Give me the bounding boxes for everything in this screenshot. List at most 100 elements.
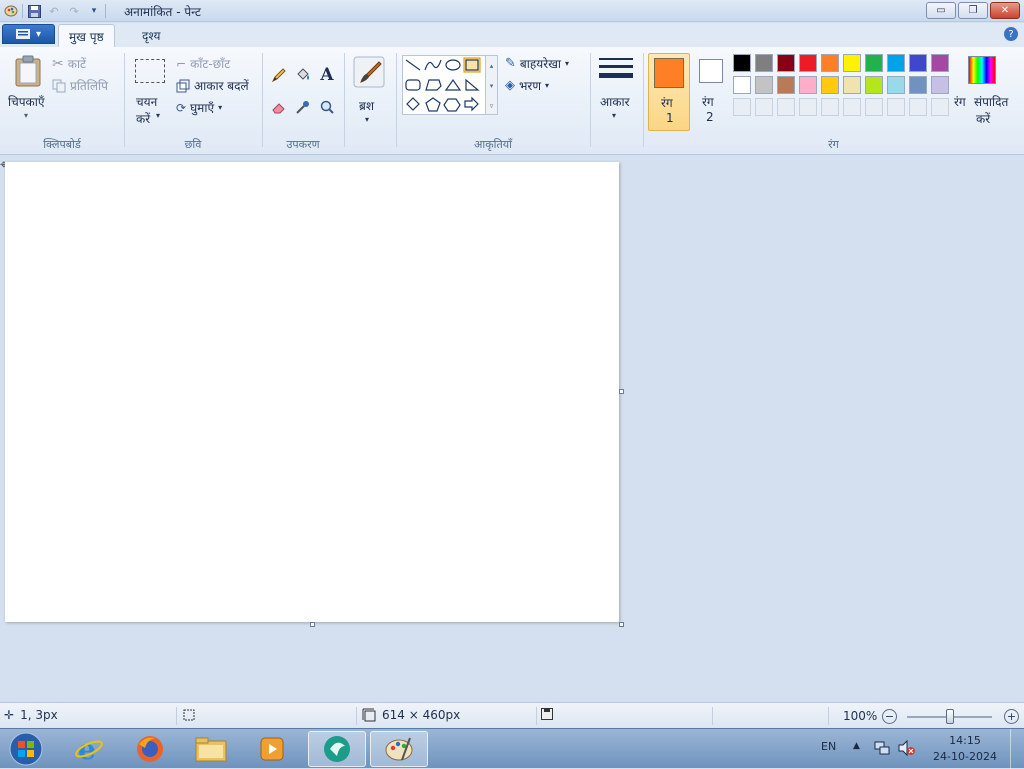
show-desktop-button[interactable] bbox=[1010, 729, 1024, 769]
taskbar-app-icon[interactable] bbox=[308, 731, 366, 767]
color2-number: 2 bbox=[706, 110, 714, 124]
palette-swatch[interactable] bbox=[733, 54, 751, 72]
help-icon[interactable]: ? bbox=[1004, 27, 1018, 41]
custom-color-slot[interactable] bbox=[755, 98, 773, 116]
quick-access-toolbar: ↶ ↷ ▾ bbox=[2, 2, 106, 20]
resize-handle-right[interactable] bbox=[619, 389, 624, 394]
shapes-gallery[interactable] bbox=[402, 55, 498, 115]
restore-button[interactable]: ❐ bbox=[958, 2, 988, 19]
text-tool-icon[interactable]: A bbox=[316, 64, 338, 86]
palette-swatch[interactable] bbox=[909, 76, 927, 94]
palette-swatch[interactable] bbox=[799, 54, 817, 72]
internet-explorer-icon[interactable]: e bbox=[60, 731, 118, 767]
resize-icon bbox=[176, 79, 190, 92]
palette-swatch[interactable] bbox=[887, 76, 905, 94]
custom-color-slot[interactable] bbox=[821, 98, 839, 116]
arrow-shape-icon bbox=[464, 96, 479, 112]
pencil-icon[interactable] bbox=[268, 64, 290, 86]
shapes-scroll[interactable]: ▴ ▾ ▿ bbox=[485, 55, 498, 115]
chevron-down-icon: ▾ bbox=[24, 111, 29, 120]
palette-swatch[interactable] bbox=[755, 76, 773, 94]
palette-swatch[interactable] bbox=[887, 54, 905, 72]
resize-handle-bottom[interactable] bbox=[310, 622, 315, 627]
minimize-button[interactable]: ▭ bbox=[926, 2, 956, 19]
zoom-in-icon[interactable]: + bbox=[1004, 709, 1019, 724]
custom-color-slot[interactable] bbox=[733, 98, 751, 116]
edit-colors-label-1: रंग bbox=[954, 95, 966, 109]
status-divider bbox=[356, 707, 357, 725]
custom-color-slot[interactable] bbox=[887, 98, 905, 116]
media-player-icon[interactable] bbox=[243, 731, 301, 767]
drawing-canvas[interactable] bbox=[5, 162, 619, 622]
firefox-icon[interactable] bbox=[121, 731, 179, 767]
menu-icon bbox=[15, 29, 30, 39]
custom-color-slot[interactable] bbox=[909, 98, 927, 116]
magnifier-icon[interactable] bbox=[316, 96, 338, 118]
color-picker-icon[interactable] bbox=[292, 96, 314, 118]
color-palette bbox=[733, 54, 953, 118]
custom-color-slot[interactable] bbox=[931, 98, 949, 116]
edit-colors-button[interactable]: रंग संपादित करें bbox=[954, 53, 1016, 131]
resize-button[interactable]: आकार बदलें bbox=[176, 77, 249, 94]
palette-swatch[interactable] bbox=[931, 76, 949, 94]
language-indicator[interactable]: EN bbox=[821, 740, 836, 753]
clock-date: 24-10-2024 bbox=[933, 750, 997, 763]
copy-button[interactable]: प्रतिलिपि bbox=[52, 77, 108, 94]
redo-icon[interactable]: ↷ bbox=[65, 3, 83, 19]
customize-qat-icon[interactable]: ▾ bbox=[85, 3, 103, 19]
file-explorer-icon[interactable] bbox=[182, 731, 240, 767]
system-clock[interactable]: 14:15 24-10-2024 bbox=[930, 733, 1000, 765]
paint-taskbar-icon[interactable] bbox=[370, 731, 428, 767]
start-button[interactable] bbox=[6, 731, 46, 767]
show-hidden-icons-icon[interactable]: ▲ bbox=[853, 741, 860, 751]
brushes-button[interactable]: ब्रश ▾ bbox=[350, 55, 388, 127]
cut-button[interactable]: ✂ काटें bbox=[52, 55, 86, 72]
custom-color-slot[interactable] bbox=[777, 98, 795, 116]
palette-swatch[interactable] bbox=[865, 76, 883, 94]
network-icon[interactable] bbox=[874, 740, 890, 759]
fill-bucket-icon[interactable] bbox=[292, 64, 314, 86]
palette-swatch[interactable] bbox=[777, 76, 795, 94]
paint-menu-button[interactable]: ▾ bbox=[2, 24, 55, 44]
custom-color-slot[interactable] bbox=[843, 98, 861, 116]
palette-swatch[interactable] bbox=[777, 54, 795, 72]
brush-icon bbox=[353, 56, 385, 88]
zoom-out-icon[interactable]: − bbox=[882, 709, 897, 724]
size-button[interactable]: आकार ▾ bbox=[596, 55, 636, 127]
paste-button[interactable]: चिपकाएँ ▾ bbox=[8, 53, 48, 125]
fill-button[interactable]: ◈ भरण ▾ bbox=[505, 77, 549, 94]
palette-swatch[interactable] bbox=[821, 76, 839, 94]
status-bar: ✛ 1, 3px 614 × 460px 100% − + bbox=[0, 702, 1024, 728]
palette-swatch[interactable] bbox=[843, 54, 861, 72]
canvas-size-icon bbox=[362, 708, 376, 722]
volume-muted-icon[interactable] bbox=[898, 739, 916, 759]
paint-app-icon[interactable] bbox=[2, 3, 20, 19]
status-divider bbox=[828, 707, 829, 725]
palette-swatch[interactable] bbox=[865, 54, 883, 72]
palette-swatch[interactable] bbox=[799, 76, 817, 94]
palette-swatch[interactable] bbox=[821, 54, 839, 72]
zoom-slider-thumb[interactable] bbox=[946, 709, 954, 724]
palette-swatch[interactable] bbox=[755, 54, 773, 72]
color1-button[interactable]: रंग 1 bbox=[648, 53, 690, 131]
save-icon[interactable] bbox=[25, 3, 43, 19]
crop-button[interactable]: ⌐ काँट-छाँट bbox=[176, 55, 230, 72]
palette-swatch[interactable] bbox=[931, 54, 949, 72]
palette-swatch[interactable] bbox=[733, 76, 751, 94]
rotate-button[interactable]: ⟳ घुमाएँ ▾ bbox=[176, 99, 222, 116]
select-button[interactable]: चयन करें ▾ bbox=[132, 55, 168, 127]
custom-color-slot[interactable] bbox=[799, 98, 817, 116]
chevron-down-icon: ▾ bbox=[365, 115, 370, 124]
resize-handle-corner[interactable] bbox=[619, 622, 624, 627]
color2-button[interactable]: रंग 2 bbox=[694, 53, 728, 131]
chevron-down-icon: ▾ bbox=[156, 111, 161, 120]
palette-swatch[interactable] bbox=[843, 76, 861, 94]
tab-home[interactable]: मुख पृष्ठ bbox=[58, 24, 115, 47]
undo-icon[interactable]: ↶ bbox=[45, 3, 63, 19]
custom-color-slot[interactable] bbox=[865, 98, 883, 116]
tab-view[interactable]: दृश्य bbox=[132, 24, 170, 47]
palette-swatch[interactable] bbox=[909, 54, 927, 72]
close-button[interactable]: ✕ bbox=[990, 2, 1020, 19]
outline-button[interactable]: ✎ बाहयरेखा ▾ bbox=[505, 55, 569, 72]
eraser-icon[interactable] bbox=[268, 96, 290, 118]
